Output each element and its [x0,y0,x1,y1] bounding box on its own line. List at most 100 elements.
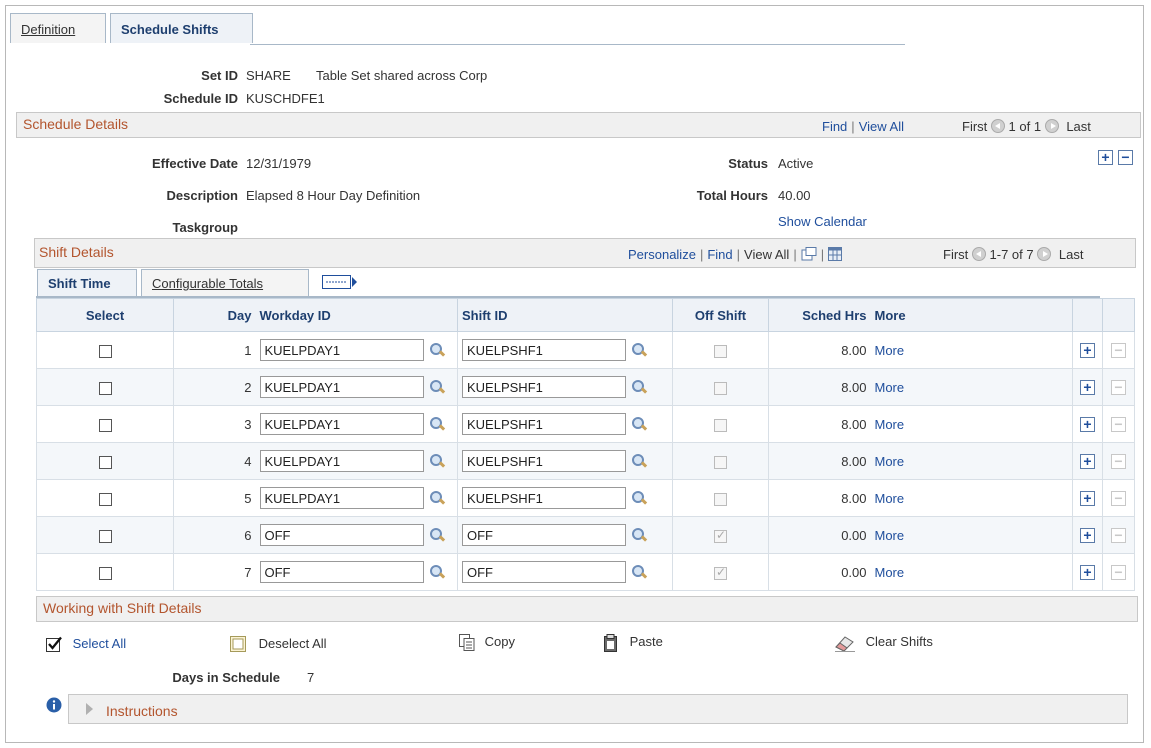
shift-id-input[interactable] [462,561,626,583]
workday-lookup-icon[interactable] [429,342,445,358]
shift-id-input[interactable] [462,413,626,435]
shift-lookup-icon[interactable] [631,527,647,543]
more-link[interactable]: More [875,528,905,543]
shift-id-input[interactable] [462,524,626,546]
shift-id-input[interactable] [462,487,626,509]
more-link[interactable]: More [875,380,905,395]
row-select-checkbox[interactable] [98,381,112,395]
delete-row-button: − [1111,564,1126,580]
tab-definition[interactable]: Definition [10,13,106,43]
schedule-view-all-link[interactable]: View All [859,119,904,134]
add-row-button[interactable]: + [1080,564,1095,580]
taskgroup-label: Taskgroup [172,220,239,235]
spreadsheet-icon[interactable] [828,247,843,261]
row-select-checkbox[interactable] [98,492,112,506]
shift-first-label: First [943,247,969,262]
workday-lookup-icon[interactable] [429,564,445,580]
shift-next-arrow-icon[interactable] [1037,247,1052,261]
workday-id-input[interactable] [259,561,424,583]
add-row-button[interactable]: + [1080,527,1095,543]
more-link[interactable]: More [875,491,905,506]
new-window-icon[interactable] [801,247,817,261]
col-select: Select [36,298,174,332]
shift-prev-arrow-icon[interactable] [971,247,986,261]
add-row-button[interactable]: + [1080,379,1095,395]
add-row-button[interactable]: + [1098,150,1113,165]
tab-configurable-totals[interactable]: Configurable Totals [141,269,309,296]
deselect-all-button[interactable]: Deselect All [230,636,327,653]
set-id-label: Set ID [201,68,238,83]
shift-lookup-icon[interactable] [631,379,647,395]
next-arrow-icon[interactable] [1044,119,1059,133]
shift-id-input[interactable] [462,376,626,398]
shift-id-input[interactable] [462,339,626,361]
add-row-button[interactable]: + [1080,490,1095,506]
row-select-checkbox[interactable] [98,418,112,432]
row-select-checkbox[interactable] [98,455,112,469]
show-all-columns-icon[interactable] [322,273,358,291]
workday-id-input[interactable] [259,450,424,472]
workday-id-input[interactable] [259,524,424,546]
shift-view-all-link[interactable]: View All [744,247,789,262]
copy-button[interactable]: Copy [459,634,515,652]
shift-lookup-icon[interactable] [631,416,647,432]
add-row-button[interactable]: + [1080,453,1095,469]
schedule-details-title: Schedule Details [23,116,129,132]
col-off-shift: Off Shift [672,298,769,332]
shift-details-pager: First 1-7 of 7 Last [943,247,1083,262]
paste-button[interactable]: Paste [604,634,663,652]
select-all-button[interactable]: Select All [46,636,126,653]
delete-row-button[interactable]: − [1118,150,1133,165]
tab-schedule-shifts[interactable]: Schedule Shifts [110,13,253,43]
instructions-bar[interactable] [68,694,1128,724]
show-calendar-link[interactable]: Show Calendar [778,214,867,229]
delete-cell: − [1102,442,1135,480]
shift-cell [457,368,673,406]
status-label: Status [728,156,768,171]
more-link[interactable]: More [875,565,905,580]
row-select-checkbox[interactable] [98,566,112,580]
tab-underline [250,44,905,45]
shift-lookup-icon[interactable] [631,342,647,358]
clear-shifts-button[interactable]: Clear Shifts [834,634,933,652]
add-cell: + [1072,331,1103,369]
more-link[interactable]: More [875,343,905,358]
more-cell: More [870,442,1073,480]
shift-id-input[interactable] [462,450,626,472]
more-link[interactable]: More [875,454,905,469]
add-row-button[interactable]: + [1080,342,1095,358]
workday-lookup-icon[interactable] [429,490,445,506]
more-link[interactable]: More [875,417,905,432]
workday-id-input[interactable] [259,339,424,361]
schedule-find-link[interactable]: Find [822,119,847,134]
workday-cell [255,368,458,406]
workday-id-input[interactable] [259,376,424,398]
off-shift-checkbox [714,381,727,395]
day-cell: 3 [173,405,256,443]
sched-hrs-cell: 0.00 [768,553,871,591]
workday-lookup-icon[interactable] [429,527,445,543]
prev-arrow-icon[interactable] [990,119,1005,133]
workday-lookup-icon[interactable] [429,416,445,432]
expand-triangle-icon[interactable] [86,703,94,715]
shift-lookup-icon[interactable] [631,490,647,506]
sched-hrs-cell: 8.00 [768,442,871,480]
workday-id-input[interactable] [259,487,424,509]
row-select-checkbox[interactable] [98,529,112,543]
add-row-button[interactable]: + [1080,416,1095,432]
workday-id-input[interactable] [259,413,424,435]
instructions-label[interactable]: Instructions [106,703,178,719]
select-all-label: Select All [72,636,127,651]
workday-lookup-icon[interactable] [429,379,445,395]
shift-lookup-icon[interactable] [631,564,647,580]
shift-cell [457,479,673,517]
workday-lookup-icon[interactable] [429,453,445,469]
personalize-link[interactable]: Personalize [628,247,696,262]
tab-shift-time[interactable]: Shift Time [37,269,137,296]
shift-lookup-icon[interactable] [631,453,647,469]
shift-find-link[interactable]: Find [707,247,732,262]
select-cell [36,479,174,517]
select-cell [36,442,174,480]
row-select-checkbox[interactable] [98,344,112,358]
delete-cell: − [1102,368,1135,406]
